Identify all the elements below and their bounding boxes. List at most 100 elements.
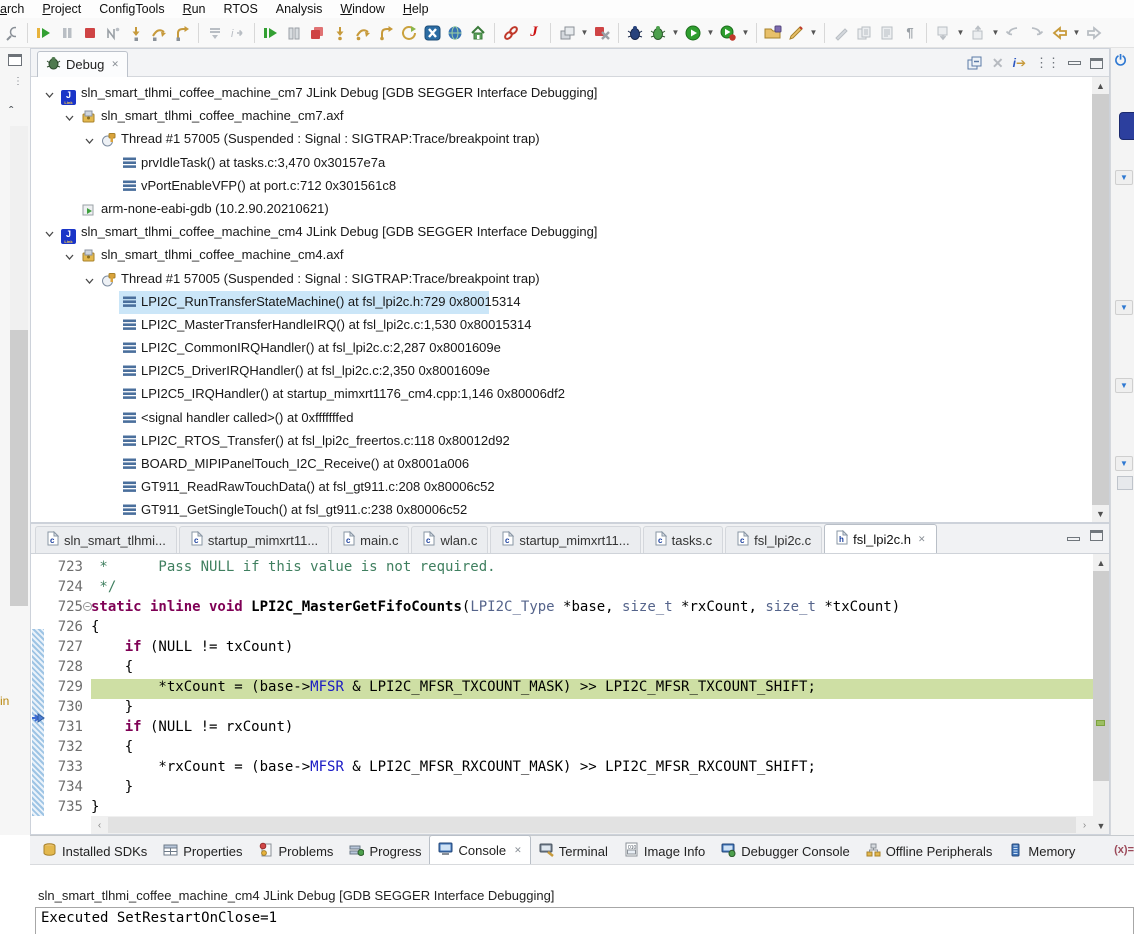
globe-button[interactable]	[444, 21, 466, 45]
scrollbar-thumb[interactable]	[1092, 94, 1109, 505]
debug-tree-row[interactable]: vPortEnableVFP() at port.c:712 0x301561c…	[31, 175, 1092, 198]
refresh-button[interactable]	[398, 21, 420, 45]
restart-button[interactable]	[260, 21, 282, 45]
restore-view-dropdown-icon[interactable]: ▼	[1115, 170, 1133, 185]
step-return-button[interactable]	[171, 21, 193, 45]
step-over-button[interactable]	[148, 21, 170, 45]
tab-installed-sdks[interactable]: Installed SDKs	[34, 838, 155, 864]
scrollbar-thumb[interactable]	[108, 817, 1076, 833]
step-into-button[interactable]	[125, 21, 147, 45]
debug-tree-row[interactable]: JLink sln_smart_tlhmi_coffee_machine_cm4…	[31, 221, 1092, 244]
menu-project[interactable]: Project	[42, 2, 90, 16]
view-menu-dots-icon[interactable]: ⋮	[13, 80, 23, 84]
editor-horizontal-scrollbar[interactable]: ‹ ›	[91, 816, 1093, 834]
menu-analysis[interactable]: Analysis	[276, 2, 332, 16]
debug-tree-row[interactable]: JLink sln_smart_tlhmi_coffee_machine_cm7…	[31, 82, 1092, 105]
maximize-icon[interactable]	[1090, 530, 1103, 541]
debug-tree-row[interactable]: LPI2C_CommonIRQHandler() at fsl_lpi2c.c:…	[31, 337, 1092, 360]
expand-arrow-icon[interactable]	[65, 250, 75, 260]
dropdown-caret-icon[interactable]: ▼	[670, 21, 681, 45]
debug-tree-row[interactable]: GT911_ReadRawTouchData() at fsl_gt911.c:…	[31, 476, 1092, 499]
menu-rtos[interactable]: RTOS	[224, 2, 267, 16]
minimize-icon[interactable]	[1068, 61, 1081, 65]
tab-terminal[interactable]: Terminal	[531, 838, 616, 864]
debug-tree-row[interactable]: <signal handler called>() at 0xfffffffed	[31, 407, 1092, 430]
debug-tree-scrollbar[interactable]: ▲ ▼	[1092, 77, 1109, 522]
tab-debug[interactable]: Debug ✕	[37, 51, 128, 77]
tab-startup-mimxrt11-[interactable]: c startup_mimxrt11...	[490, 526, 640, 553]
tab-progress[interactable]: Progress	[341, 838, 429, 864]
debug-tree-row[interactable]: LPI2C_RTOS_Transfer() at fsl_lpi2c_freer…	[31, 430, 1092, 453]
tab-startup-mimxrt11-[interactable]: c startup_mimxrt11...	[179, 526, 329, 553]
tab-tasks-c[interactable]: c tasks.c	[643, 526, 723, 553]
restore-view-dropdown-icon[interactable]: ▼	[1115, 378, 1133, 393]
debug-tree-row[interactable]: sln_smart_tlhmi_coffee_machine_cm7.axf	[31, 105, 1092, 128]
packages-button[interactable]	[556, 21, 578, 45]
debug-tree-row[interactable]: LPI2C5_IRQHandler() at startup_mimxrt117…	[31, 383, 1092, 406]
fold-collapse-icon[interactable]: −	[83, 602, 92, 611]
dropdown-caret-icon[interactable]: ▼	[579, 21, 590, 45]
debug-tree-row[interactable]: arm-none-eabi-gdb (10.2.90.20210621)	[31, 198, 1092, 221]
dropdown-caret-icon[interactable]: ▼	[955, 21, 966, 45]
drop-to-frame-button[interactable]	[204, 21, 226, 45]
restore-view-dropdown-icon[interactable]: ▼	[1115, 456, 1133, 471]
expand-arrow-icon[interactable]	[65, 111, 75, 121]
scroll-right-icon[interactable]: ›	[1076, 816, 1093, 834]
profile-button[interactable]	[717, 21, 739, 45]
debug-tree-row[interactable]: sln_smart_tlhmi_coffee_machine_cm4.axf	[31, 244, 1092, 267]
close-icon[interactable]: ✕	[514, 845, 522, 856]
tab-offline-peripherals[interactable]: Offline Peripherals	[858, 838, 1001, 864]
remove-all-icon[interactable]: ✕	[992, 55, 1004, 72]
debug-tree-row[interactable]: LPI2C_RunTransferStateMachine() at fsl_l…	[31, 291, 1092, 314]
tab-problems[interactable]: Problems	[251, 838, 342, 864]
debug-tree-row[interactable]: prvIdleTask() at tasks.c:3,470 0x30157e7…	[31, 152, 1092, 175]
terminate-all-button[interactable]	[306, 21, 328, 45]
step-over-alt-button[interactable]	[352, 21, 374, 45]
tab-fsl-lpi2c-c[interactable]: c fsl_lpi2c.c	[725, 526, 822, 553]
tab-main-c[interactable]: c main.c	[331, 526, 409, 553]
console-output[interactable]: Executed SetRestartOnClose=1	[35, 907, 1134, 934]
tab-wlan-c[interactable]: c wlan.c	[411, 526, 488, 553]
search-partial-button[interactable]	[0, 21, 22, 45]
delete-launch-button[interactable]	[591, 21, 613, 45]
back-disabled-button[interactable]	[1002, 21, 1024, 45]
code-editor[interactable]: − 72372472572672772872973073173273373473…	[31, 554, 1093, 816]
marker-pen-button[interactable]	[785, 21, 807, 45]
step-filter-up-button[interactable]	[967, 21, 989, 45]
collapse-all-icon[interactable]	[967, 56, 983, 70]
debug-tree-row[interactable]: LPI2C_MasterTransferHandleIRQ() at fsl_l…	[31, 314, 1092, 337]
doc-disabled-button[interactable]	[876, 21, 898, 45]
expand-arrow-icon[interactable]	[85, 134, 95, 144]
dropdown-caret-icon[interactable]: ▼	[1071, 21, 1082, 45]
suspend-all-button[interactable]	[283, 21, 305, 45]
debug-tree-row[interactable]: LPI2C5_DriverIRQHandler() at fsl_lpi2c.c…	[31, 360, 1092, 383]
tab-memory[interactable]: Memory	[1000, 838, 1083, 864]
debug-tree-row[interactable]: Thread #1 57005 (Suspended : Signal : SI…	[31, 128, 1092, 151]
variables-view-icon[interactable]: (x)=	[1114, 844, 1134, 856]
menu-help[interactable]: Help	[403, 2, 438, 16]
menu-arch[interactable]: arch	[0, 2, 33, 16]
minimize-icon[interactable]	[1067, 537, 1080, 541]
format-disabled-button[interactable]	[830, 21, 852, 45]
tab-image-info[interactable]: 010 Image Info	[616, 838, 713, 864]
home-button[interactable]	[467, 21, 489, 45]
power-icon[interactable]: ⏻	[1115, 52, 1126, 69]
restore-view-dropdown-icon[interactable]: ▼	[1115, 300, 1133, 315]
back-gold-button[interactable]	[1048, 21, 1070, 45]
expand-arrow-icon[interactable]	[45, 88, 55, 98]
copy-disabled-button[interactable]	[853, 21, 875, 45]
disconnect-button[interactable]	[102, 21, 124, 45]
open-folder-button[interactable]	[762, 21, 784, 45]
menu-configtools[interactable]: ConfigTools	[99, 2, 173, 16]
dropdown-caret-icon[interactable]: ▼	[808, 21, 819, 45]
expand-arrow-icon[interactable]	[45, 227, 55, 237]
tab-console[interactable]: Console ✕	[429, 835, 530, 864]
resume-button[interactable]	[33, 21, 55, 45]
tab-sln-smart-tlhmi-[interactable]: c sln_smart_tlhmi...	[35, 526, 177, 553]
instruction-step-button[interactable]: i	[227, 21, 249, 45]
scroll-up-icon[interactable]: ▲	[1093, 554, 1109, 571]
close-icon[interactable]: ✕	[918, 534, 926, 545]
left-scrollbar-thumb[interactable]	[10, 330, 28, 606]
expand-arrow-icon[interactable]	[85, 274, 95, 284]
maximize-icon[interactable]	[1090, 58, 1103, 69]
